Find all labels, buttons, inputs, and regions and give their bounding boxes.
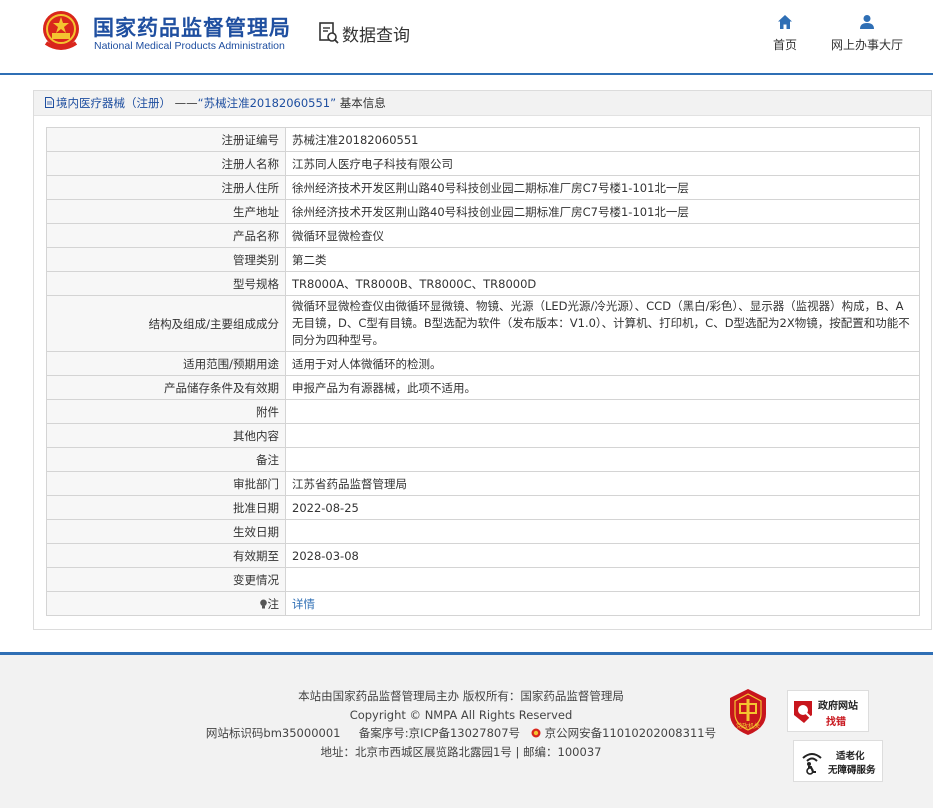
table-row: 适用范围/预期用途 适用于对人体微循环的检测。 bbox=[46, 351, 920, 376]
nav-online-hall-label: 网上办事大厅 bbox=[830, 38, 903, 52]
row-label: 产品储存条件及有效期 bbox=[46, 375, 286, 400]
site-id: 网站标识码bm35000001 bbox=[205, 726, 341, 740]
table-row: 生效日期 bbox=[46, 519, 920, 544]
note-label-cell: 注 bbox=[46, 591, 286, 616]
row-label: 型号规格 bbox=[46, 271, 286, 296]
row-label: 有效期至 bbox=[46, 543, 286, 568]
site-header: 国家药品监督管理局 National Medical Products Admi… bbox=[0, 0, 933, 75]
nav-home-label: 首页 bbox=[772, 38, 797, 52]
table-row: 产品名称 微循环显微检查仪 bbox=[46, 223, 920, 248]
row-value bbox=[285, 423, 920, 448]
row-label: 附件 bbox=[46, 399, 286, 424]
document-icon bbox=[45, 97, 54, 108]
access-badge-line2: 无障碍服务 bbox=[828, 765, 876, 776]
police-record-link[interactable]: 京公网安备11010202008311号 bbox=[545, 726, 716, 740]
row-value bbox=[285, 399, 920, 424]
row-value: 徐州经济技术开发区荆山路40号科技创业园二期标准厂房C7号楼1-101北一层 bbox=[285, 175, 920, 200]
table-row: 备注 bbox=[46, 447, 920, 472]
table-row: 产品储存条件及有效期 申报产品为有源器械，此项不适用。 bbox=[46, 375, 920, 400]
note-label: 注 bbox=[267, 596, 280, 611]
row-label: 结构及组成/主要组成成分 bbox=[46, 295, 286, 352]
party-government-badge-icon[interactable]: 党政机关 bbox=[728, 688, 768, 736]
accessibility-service-button[interactable]: 适老化 无障碍服务 bbox=[793, 740, 883, 782]
table-row: 注册人住所 徐州经济技术开发区荆山路40号科技创业园二期标准厂房C7号楼1-101… bbox=[46, 175, 920, 200]
details-link[interactable]: 详情 bbox=[292, 597, 315, 611]
table-row: 审批部门 江苏省药品监督管理局 bbox=[46, 471, 920, 496]
row-value bbox=[285, 567, 920, 592]
table-row: 结构及组成/主要组成成分 微循环显微检查仪由微循环显微镜、物镜、光源（LED光源/… bbox=[46, 295, 920, 352]
user-icon bbox=[860, 15, 874, 29]
row-label: 注册人住所 bbox=[46, 175, 286, 200]
row-value: 徐州经济技术开发区荆山路40号科技创业园二期标准厂房C7号楼1-101北一层 bbox=[285, 199, 920, 224]
row-value: 江苏同人医疗电子科技有限公司 bbox=[285, 151, 920, 176]
row-label: 适用范围/预期用途 bbox=[46, 351, 286, 376]
row-label: 注册人名称 bbox=[46, 151, 286, 176]
row-label: 生效日期 bbox=[46, 519, 286, 544]
row-value: 2022-08-25 bbox=[285, 495, 920, 520]
breadcrumb-category[interactable]: 境内医疗器械（注册） bbox=[56, 96, 171, 110]
row-value: 适用于对人体微循环的检测。 bbox=[285, 351, 920, 376]
police-badge-icon bbox=[531, 728, 541, 738]
footer-sponsor: 本站由国家药品监督管理局主办 版权所有：国家药品监督管理局 bbox=[298, 689, 624, 703]
page-title: 数据查询 bbox=[342, 26, 410, 46]
row-label: 生产地址 bbox=[46, 199, 286, 224]
row-label: 其他内容 bbox=[46, 423, 286, 448]
table-row: 生产地址 徐州经济技术开发区荆山路40号科技创业园二期标准厂房C7号楼1-101北… bbox=[46, 199, 920, 224]
footer-address: 地址：北京市西城区展览路北露园1号 | 邮编：100037 bbox=[320, 744, 602, 759]
row-value: 申报产品为有源器械，此项不适用。 bbox=[285, 375, 920, 400]
footer-records: 网站标识码bm35000001 备案序号:京ICP备13027807号 京公网安… bbox=[196, 724, 726, 743]
row-value: 微循环显微检查仪 bbox=[285, 223, 920, 248]
gov-site-error-report-button[interactable]: 政府网站 找错 bbox=[787, 690, 869, 732]
row-label: 审批部门 bbox=[46, 471, 286, 496]
icp-link[interactable]: 备案序号:京ICP备13027807号 bbox=[359, 726, 520, 740]
breadcrumb-suffix: 基本信息 bbox=[339, 96, 386, 110]
table-row: 有效期至 2028-03-08 bbox=[46, 543, 920, 568]
error-badge-title: 政府网站 bbox=[818, 701, 858, 712]
nav-home-link[interactable]: 首页 bbox=[766, 14, 804, 53]
row-value bbox=[285, 447, 920, 472]
breadcrumb-record: “苏械注准20182060551” bbox=[197, 96, 337, 110]
row-label: 产品名称 bbox=[46, 223, 286, 248]
org-name-en: National Medical Products Administration bbox=[94, 40, 285, 52]
row-value bbox=[285, 519, 920, 544]
footer-text: 本站由国家药品监督管理局主办 版权所有：国家药品监督管理局 Copyright … bbox=[196, 687, 726, 761]
row-label: 备注 bbox=[46, 447, 286, 472]
national-emblem-icon bbox=[43, 11, 79, 50]
lightbulb-icon bbox=[259, 599, 267, 608]
table-row: 其他内容 bbox=[46, 423, 920, 448]
row-value: 江苏省药品监督管理局 bbox=[285, 471, 920, 496]
row-value: 第二类 bbox=[285, 247, 920, 272]
table-row: 型号规格 TR8000A、TR8000B、TR8000C、TR8000D bbox=[46, 271, 920, 296]
row-value: 2028-03-08 bbox=[285, 543, 920, 568]
breadcrumb-separator: —— bbox=[174, 96, 198, 110]
nav-online-hall-link[interactable]: 网上办事大厅 bbox=[828, 14, 906, 53]
table-row: 管理类别 第二类 bbox=[46, 247, 920, 272]
row-value: 微循环显微检查仪由微循环显微镜、物镜、光源（LED光源/冷光源）、CCD（黑白/… bbox=[285, 295, 920, 352]
accessibility-icon bbox=[802, 753, 822, 775]
table-row-note: 注 详情 bbox=[46, 591, 920, 616]
row-label: 管理类别 bbox=[46, 247, 286, 272]
error-report-icon bbox=[794, 701, 812, 723]
breadcrumb: 境内医疗器械（注册） ——“苏械注准20182060551” 基本信息 bbox=[34, 91, 931, 116]
row-label: 批准日期 bbox=[46, 495, 286, 520]
table-row: 变更情况 bbox=[46, 567, 920, 592]
table-row: 注册人名称 江苏同人医疗电子科技有限公司 bbox=[46, 151, 920, 176]
row-value: 苏械注准20182060551 bbox=[285, 127, 920, 152]
table-row: 注册证编号 苏械注准20182060551 bbox=[46, 127, 920, 152]
row-label: 变更情况 bbox=[46, 567, 286, 592]
table-row: 批准日期 2022-08-25 bbox=[46, 495, 920, 520]
table-row: 附件 bbox=[46, 399, 920, 424]
detail-panel: 境内医疗器械（注册） ——“苏械注准20182060551” 基本信息 注册证编… bbox=[33, 90, 932, 630]
row-label: 注册证编号 bbox=[46, 127, 286, 152]
registration-info-table: 注册证编号 苏械注准20182060551 注册人名称 江苏同人医疗电子科技有限公司… bbox=[46, 127, 920, 616]
org-name-cn: 国家药品监督管理局 bbox=[93, 16, 291, 40]
data-query-icon bbox=[319, 22, 339, 44]
error-badge-sub: 找错 bbox=[826, 717, 846, 728]
note-value-cell: 详情 bbox=[285, 591, 920, 616]
access-badge-line1: 适老化 bbox=[836, 751, 865, 762]
footer-copyright: Copyright © NMPA All Rights Reserved bbox=[349, 707, 573, 722]
party-badge-text: 党政机关 bbox=[736, 722, 760, 730]
home-icon bbox=[778, 15, 792, 29]
row-value: TR8000A、TR8000B、TR8000C、TR8000D bbox=[285, 271, 920, 296]
